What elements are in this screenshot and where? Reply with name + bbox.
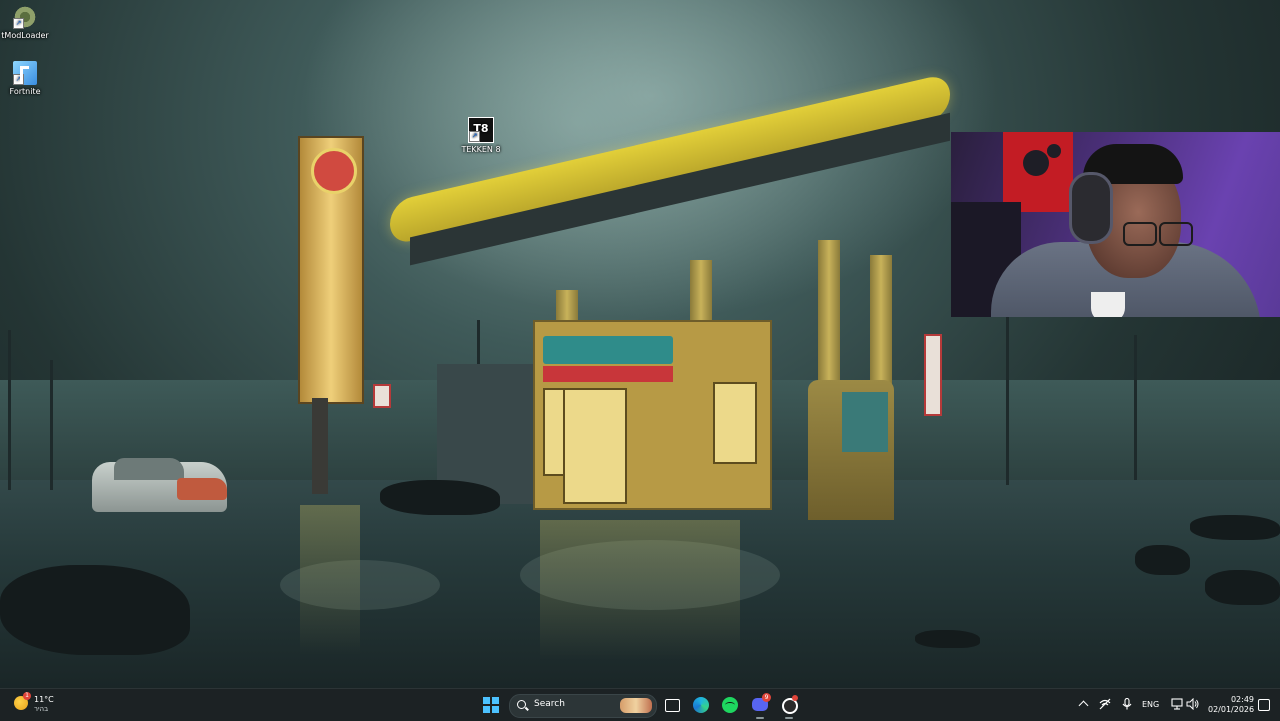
wallpaper-convenience-store bbox=[533, 320, 772, 510]
volume-icon bbox=[1186, 698, 1199, 710]
shortcut-arrow-icon: ↗ bbox=[469, 131, 480, 142]
wallpaper-pillar bbox=[870, 255, 892, 385]
recording-dot-icon bbox=[792, 695, 798, 701]
wallpaper-telephone-pole bbox=[8, 330, 11, 490]
wallpaper-gas-sign bbox=[298, 136, 364, 404]
clock-time: 02:49 bbox=[1230, 695, 1254, 704]
headphones-icon bbox=[1069, 172, 1113, 244]
search-label: Search bbox=[534, 699, 565, 709]
tray-overflow-button[interactable] bbox=[1078, 698, 1089, 712]
weather-badge: 1 bbox=[23, 692, 31, 700]
gear-icon: ↗ bbox=[13, 5, 37, 29]
wallpaper-car-hood bbox=[177, 478, 227, 500]
shortcut-arrow-icon: ↗ bbox=[13, 18, 24, 29]
wallpaper-telephone-pole bbox=[1134, 335, 1137, 480]
wallpaper-reflection bbox=[300, 505, 360, 655]
shortcut-arrow-icon: ↗ bbox=[13, 74, 24, 85]
wallpaper-pump-screen bbox=[842, 392, 888, 452]
desktop-icon-label: Fortnite bbox=[9, 87, 41, 96]
notification-icon[interactable] bbox=[1258, 699, 1270, 711]
wallpaper-debris bbox=[1135, 545, 1190, 575]
weather-widget[interactable]: 1 11°C בהיר bbox=[14, 692, 74, 717]
wallpaper-telephone-pole bbox=[50, 360, 53, 490]
start-button[interactable] bbox=[483, 697, 499, 713]
tekken-icon: T8 ↗ bbox=[468, 117, 494, 143]
wallpaper-store-banner bbox=[543, 366, 673, 382]
wallpaper-store-sign bbox=[543, 336, 673, 364]
taskbar-app-spotify[interactable] bbox=[720, 695, 740, 715]
desktop-icon-tmodloader[interactable]: ↗ tModLoader bbox=[0, 5, 57, 41]
network-disconnected-icon bbox=[1099, 698, 1111, 710]
taskbar: 1 11°C בהיר Search 9 ENG 02:49 02/01/202… bbox=[0, 688, 1280, 721]
wallpaper-gas-sign-logo bbox=[311, 148, 357, 194]
task-view-icon bbox=[665, 699, 680, 712]
weather-temperature: 11°C bbox=[34, 695, 54, 704]
tray-network[interactable] bbox=[1171, 698, 1183, 712]
microphone-icon bbox=[1122, 698, 1132, 710]
webcam-overlay bbox=[951, 132, 1280, 317]
wallpaper-debris bbox=[1205, 570, 1280, 605]
spotify-icon bbox=[722, 697, 738, 713]
taskbar-app-discord[interactable]: 9 bbox=[750, 693, 771, 719]
wallpaper-pillar bbox=[818, 240, 840, 390]
tray-clock[interactable]: 02:49 02/01/2026 bbox=[1208, 695, 1254, 715]
wallpaper-debris bbox=[380, 480, 500, 515]
taskbar-app-obs[interactable] bbox=[779, 695, 799, 719]
desktop-icon-fortnite[interactable]: ↗ Fortnite bbox=[0, 61, 57, 97]
wallpaper-reflection bbox=[540, 520, 740, 660]
wallpaper-debris bbox=[915, 630, 980, 648]
taskbar-search-box[interactable]: Search bbox=[509, 694, 657, 718]
clock-date: 02/01/2026 bbox=[1208, 705, 1255, 714]
webcam-wall-poster bbox=[1003, 132, 1073, 212]
search-icon bbox=[517, 700, 526, 709]
weather-condition: בהיר bbox=[34, 705, 49, 713]
wallpaper-car bbox=[92, 458, 227, 512]
fortnite-icon: ↗ bbox=[13, 61, 37, 85]
wallpaper-telephone-pole bbox=[1006, 315, 1009, 485]
wallpaper-store-door bbox=[563, 388, 627, 504]
windows-logo-icon bbox=[483, 697, 490, 704]
wallpaper-debris bbox=[0, 565, 190, 655]
search-highlight-icon bbox=[620, 698, 652, 713]
desktop-icon-tekken-8[interactable]: T8 ↗ TEKKEN 8 bbox=[449, 117, 513, 155]
active-indicator bbox=[785, 717, 793, 719]
tray-network-off[interactable] bbox=[1099, 698, 1111, 712]
webcam-glasses-right bbox=[1159, 222, 1193, 246]
tray-microphone[interactable] bbox=[1122, 698, 1132, 712]
discord-badge: 9 bbox=[762, 693, 771, 702]
active-indicator bbox=[756, 717, 764, 719]
wallpaper-small-sign bbox=[924, 334, 942, 416]
wallpaper-store-window bbox=[713, 382, 757, 464]
webcam-person-collar bbox=[1091, 292, 1125, 317]
wallpaper-car-roof bbox=[114, 458, 184, 480]
tray-language[interactable]: ENG bbox=[1142, 698, 1159, 712]
ethernet-icon bbox=[1171, 698, 1183, 710]
chevron-up-icon bbox=[1078, 700, 1089, 711]
wallpaper-debris bbox=[1190, 515, 1280, 540]
wallpaper-small-sign bbox=[373, 384, 391, 408]
desktop-wallpaper bbox=[0, 0, 1280, 688]
desktop-icon-label: tModLoader bbox=[1, 31, 49, 40]
desktop-icon-label: TEKKEN 8 bbox=[461, 145, 501, 154]
edge-icon bbox=[693, 697, 709, 713]
tray-volume[interactable] bbox=[1186, 698, 1199, 712]
wallpaper-fuel-pump bbox=[808, 380, 894, 520]
wallpaper-telephone-pole bbox=[477, 320, 480, 370]
webcam-glasses-left bbox=[1123, 222, 1157, 246]
taskbar-app-task-view[interactable] bbox=[662, 695, 682, 715]
taskbar-app-edge[interactable] bbox=[691, 695, 711, 715]
wallpaper-sign-post bbox=[312, 398, 328, 494]
